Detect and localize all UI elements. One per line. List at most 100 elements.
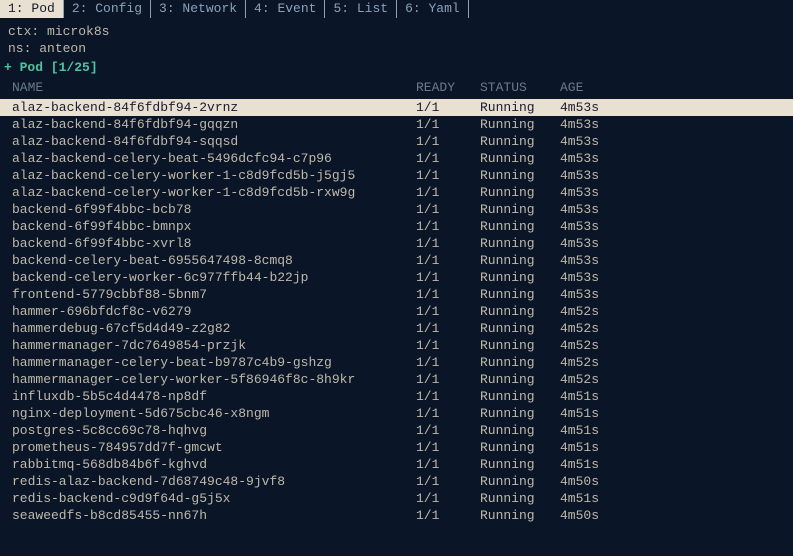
pod-ready: 1/1 [416,116,480,133]
pod-age: 4m50s [560,507,640,524]
table-row[interactable]: influxdb-5b5c4d4478-np8df1/1Running4m51s [0,388,793,405]
pod-age: 4m51s [560,388,640,405]
ctx-label: ctx: [8,24,39,39]
pod-status: Running [480,439,560,456]
pod-status: Running [480,422,560,439]
pod-status: Running [480,252,560,269]
pod-ready: 1/1 [416,133,480,150]
tab-yaml[interactable]: 6: Yaml [396,0,469,18]
pod-age: 4m52s [560,371,640,388]
pod-table: NAME READY STATUS AGE alaz-backend-84f6f… [0,79,793,524]
pod-ready: 1/1 [416,201,480,218]
table-row[interactable]: alaz-backend-celery-worker-1-c8d9fcd5b-j… [0,167,793,184]
pod-name: postgres-5c8cc69c78-hqhvg [12,422,416,439]
pod-status: Running [480,388,560,405]
pod-ready: 1/1 [416,422,480,439]
pod-name: nginx-deployment-5d675cbc46-x8ngm [12,405,416,422]
table-row[interactable]: backend-6f99f4bbc-xvrl81/1Running4m53s [0,235,793,252]
tab-config[interactable]: 2: Config [63,0,150,18]
pod-ready: 1/1 [416,235,480,252]
pod-age: 4m53s [560,235,640,252]
table-row[interactable]: hammerdebug-67cf5d4d49-z2g821/1Running4m… [0,320,793,337]
ctx-value: microk8s [47,24,109,39]
pod-age: 4m51s [560,439,640,456]
table-row[interactable]: backend-celery-beat-6955647498-8cmq81/1R… [0,252,793,269]
ns-value: anteon [39,41,86,56]
pod-status: Running [480,150,560,167]
pod-name: influxdb-5b5c4d4478-np8df [12,388,416,405]
pod-ready: 1/1 [416,456,480,473]
pod-name: hammermanager-celery-worker-5f86946f8c-8… [12,371,416,388]
table-row[interactable]: seaweedfs-b8cd85455-nn67h1/1Running4m50s [0,507,793,524]
pod-status: Running [480,303,560,320]
table-row[interactable]: backend-celery-worker-6c977ffb44-b22jp1/… [0,269,793,286]
table-row[interactable]: rabbitmq-568db84b6f-kghvd1/1Running4m51s [0,456,793,473]
pod-age: 4m51s [560,422,640,439]
tab-network[interactable]: 3: Network [150,0,245,18]
table-row[interactable]: backend-6f99f4bbc-bmnpx1/1Running4m53s [0,218,793,235]
col-header-ready: READY [416,79,480,96]
pod-name: alaz-backend-84f6fdbf94-sqqsd [12,133,416,150]
pod-age: 4m52s [560,303,640,320]
pod-age: 4m50s [560,473,640,490]
table-row[interactable]: postgres-5c8cc69c78-hqhvg1/1Running4m51s [0,422,793,439]
table-row[interactable]: hammermanager-celery-worker-5f86946f8c-8… [0,371,793,388]
pod-ready: 1/1 [416,507,480,524]
pod-age: 4m52s [560,320,640,337]
pod-name: hammerdebug-67cf5d4d49-z2g82 [12,320,416,337]
pod-age: 4m53s [560,133,640,150]
pod-name: backend-celery-worker-6c977ffb44-b22jp [12,269,416,286]
table-row[interactable]: frontend-5779cbbf88-5bnm71/1Running4m53s [0,286,793,303]
pod-age: 4m52s [560,354,640,371]
pod-ready: 1/1 [416,388,480,405]
pod-age: 4m53s [560,269,640,286]
table-row[interactable]: hammermanager-celery-beat-b9787c4b9-gshz… [0,354,793,371]
table-row[interactable]: nginx-deployment-5d675cbc46-x8ngm1/1Runn… [0,405,793,422]
pod-name: backend-celery-beat-6955647498-8cmq8 [12,252,416,269]
tab-event[interactable]: 4: Event [245,0,324,18]
pod-status: Running [480,337,560,354]
pod-ready: 1/1 [416,354,480,371]
table-row[interactable]: hammermanager-7dc7649854-przjk1/1Running… [0,337,793,354]
table-row[interactable]: prometheus-784957dd7f-gmcwt1/1Running4m5… [0,439,793,456]
pod-name: hammermanager-7dc7649854-przjk [12,337,416,354]
tab-pod[interactable]: 1: Pod [0,0,63,18]
pod-name: alaz-backend-celery-worker-1-c8d9fcd5b-j… [12,167,416,184]
pod-age: 4m51s [560,490,640,507]
pod-name: prometheus-784957dd7f-gmcwt [12,439,416,456]
pod-age: 4m53s [560,184,640,201]
pod-ready: 1/1 [416,405,480,422]
pod-name: alaz-backend-84f6fdbf94-2vrnz [12,99,416,116]
pod-ready: 1/1 [416,150,480,167]
pod-status: Running [480,133,560,150]
table-row[interactable]: alaz-backend-84f6fdbf94-2vrnz1/1Running4… [0,99,793,116]
pod-name: backend-6f99f4bbc-bcb78 [12,201,416,218]
pod-ready: 1/1 [416,167,480,184]
table-row[interactable]: redis-alaz-backend-7d68749c48-9jvf81/1Ru… [0,473,793,490]
pod-name: redis-backend-c9d9f64d-g5j5x [12,490,416,507]
table-row[interactable]: redis-backend-c9d9f64d-g5j5x1/1Running4m… [0,490,793,507]
table-row[interactable]: alaz-backend-84f6fdbf94-gqqzn1/1Running4… [0,116,793,133]
pod-name: rabbitmq-568db84b6f-kghvd [12,456,416,473]
pod-status: Running [480,354,560,371]
pod-status: Running [480,201,560,218]
table-row[interactable]: alaz-backend-celery-beat-5496dcfc94-c7p9… [0,150,793,167]
table-row[interactable]: alaz-backend-84f6fdbf94-sqqsd1/1Running4… [0,133,793,150]
pod-age: 4m53s [560,201,640,218]
pod-status: Running [480,184,560,201]
pod-age: 4m53s [560,99,640,116]
pod-ready: 1/1 [416,184,480,201]
pod-name: alaz-backend-celery-beat-5496dcfc94-c7p9… [12,150,416,167]
col-header-age: AGE [560,79,640,96]
pod-age: 4m53s [560,252,640,269]
table-row[interactable]: backend-6f99f4bbc-bcb781/1Running4m53s [0,201,793,218]
pod-status: Running [480,507,560,524]
table-row[interactable]: alaz-backend-celery-worker-1-c8d9fcd5b-r… [0,184,793,201]
tabbar: 1: Pod2: Config3: Network4: Event5: List… [0,0,793,18]
tab-list[interactable]: 5: List [324,0,396,18]
pod-age: 4m53s [560,286,640,303]
pod-age: 4m52s [560,337,640,354]
pod-name: hammermanager-celery-beat-b9787c4b9-gshz… [12,354,416,371]
table-row[interactable]: hammer-696bfdcf8c-v62791/1Running4m52s [0,303,793,320]
pod-ready: 1/1 [416,490,480,507]
